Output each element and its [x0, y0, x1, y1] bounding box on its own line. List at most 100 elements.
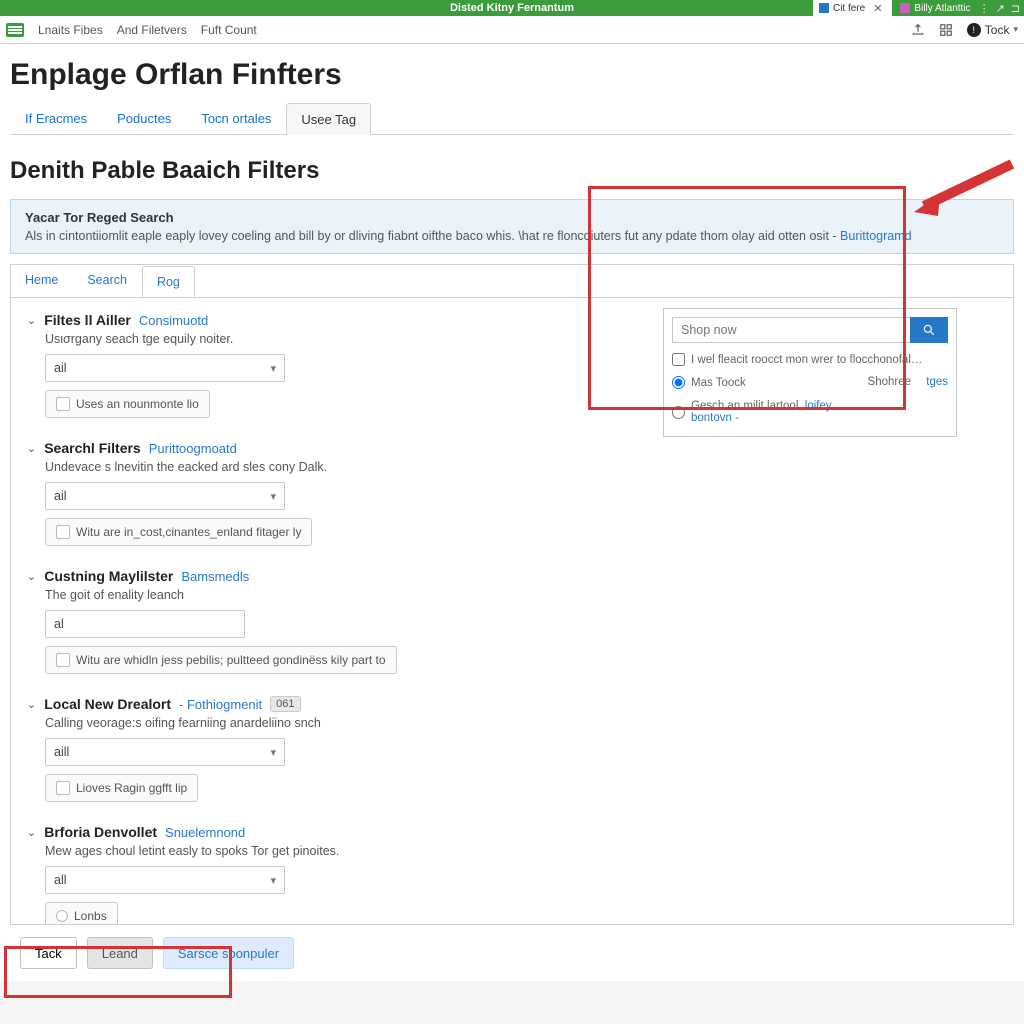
- browser-tabs: Cit fere ✕ Billy Atlanttic ⋮ ↗ ⊐: [813, 0, 1020, 16]
- tab-tocn[interactable]: Tocn ortales: [186, 102, 286, 134]
- window-controls: ⋮ ↗ ⊐: [979, 2, 1020, 15]
- window-title: Disted Kitny Fernantum: [450, 2, 574, 14]
- filter-link[interactable]: - Fothiogmenit: [179, 697, 262, 712]
- popup-checkbox[interactable]: [672, 353, 685, 366]
- export-icon[interactable]: [911, 23, 925, 37]
- chip-icon: [56, 525, 70, 539]
- window-min-icon[interactable]: ⋮: [979, 2, 990, 15]
- search-input[interactable]: [672, 317, 910, 343]
- filter-chip[interactable]: Witu are in_cost,cinantes_enland fitager…: [45, 518, 312, 546]
- filter-select[interactable]: ail: [45, 482, 285, 510]
- filter-title: Local New Drealort: [44, 696, 171, 712]
- page-title: Enplage Orflan Finfters: [10, 58, 1014, 92]
- tab-favicon: [819, 3, 829, 13]
- filter-select[interactable]: aill: [45, 738, 285, 766]
- chip-icon: [56, 397, 70, 411]
- filter-group: ⌄ Brforia Denvollet Snuelemnond Mew ages…: [27, 824, 997, 925]
- collapse-icon[interactable]: ⌄: [27, 698, 36, 711]
- tab-label: Cit fere: [833, 3, 865, 14]
- toolbar-link[interactable]: Fuft Count: [201, 23, 257, 37]
- user-avatar-icon: !: [967, 23, 981, 37]
- collapse-icon[interactable]: ⌄: [27, 826, 36, 839]
- sub-tab-search[interactable]: Search: [73, 265, 142, 297]
- browser-tab[interactable]: Billy Atlanttic: [894, 0, 976, 16]
- filter-title: Filtes ll Ailler: [44, 312, 131, 328]
- filter-title: Brforia Denvollet: [44, 824, 157, 840]
- collapse-icon[interactable]: ⌄: [27, 442, 36, 455]
- chip-icon: [56, 653, 70, 667]
- window-max-icon[interactable]: ↗: [996, 2, 1005, 15]
- banner-body: Als in cintontiiomlit eaple eaply lovey …: [25, 229, 999, 243]
- popup-radio1-label: Mas Toock: [691, 377, 746, 389]
- filter-title: Custning Maylilster: [44, 568, 173, 584]
- popup-radio2-label: Gesch an milit lartool, loifey bontovn -: [691, 400, 868, 424]
- banner-link[interactable]: Burittogramd: [840, 229, 912, 243]
- search-button[interactable]: [910, 317, 948, 343]
- page-body: Enplage Orflan Finfters If Eracmes Poduc…: [0, 44, 1024, 981]
- popup-checkbox-label: I wel fleacit roocct mon wrer to floccho…: [691, 354, 922, 366]
- search-icon: [922, 323, 936, 337]
- window-titlebar: Disted Kitny Fernantum Cit fere ✕ Billy …: [0, 0, 1024, 16]
- filter-chip[interactable]: Witu are whidln jess pebilis; pultteed g…: [45, 646, 397, 674]
- browser-tab-active[interactable]: Cit fere ✕: [813, 0, 892, 16]
- filters-scrollpane[interactable]: I wel fleacit roocct mon wrer to floccho…: [10, 297, 1014, 925]
- filter-title: Searchl Filters: [44, 440, 141, 456]
- radio-icon: [56, 910, 68, 922]
- close-icon[interactable]: ✕: [869, 2, 886, 15]
- menu-icon[interactable]: [6, 23, 24, 37]
- tack-button[interactable]: Tack: [20, 937, 77, 969]
- banner-title: Yacar Tor Reged Search: [25, 210, 999, 225]
- filter-input[interactable]: [45, 610, 245, 638]
- main-toolbar: Lnaits Fibes And Filetvers Fuft Count ! …: [0, 16, 1024, 44]
- filter-group: ⌄ Searchl Filters Purittoogmoatd Undevac…: [27, 440, 997, 546]
- shore-link[interactable]: tges: [926, 376, 948, 388]
- collapse-icon[interactable]: ⌄: [27, 314, 36, 327]
- user-label: Tock: [985, 23, 1010, 37]
- popup-radio1-row[interactable]: Mas Toock: [672, 376, 868, 389]
- popup-radio1[interactable]: [672, 376, 685, 389]
- filter-link[interactable]: Bamsmedls: [181, 569, 249, 584]
- filter-select[interactable]: ail: [45, 354, 285, 382]
- sub-tab-heme[interactable]: Heme: [11, 265, 73, 297]
- filter-chip[interactable]: Uses an nounmonte lio: [45, 390, 210, 418]
- chevron-down-icon: ▾: [1013, 24, 1018, 35]
- toolbar-link[interactable]: And Filetvers: [117, 23, 187, 37]
- section-title: Denith Pable Baaich Filters: [10, 157, 1014, 185]
- filter-link[interactable]: Consimuotd: [139, 313, 208, 328]
- toolbar-link[interactable]: Lnaits Fibes: [38, 23, 103, 37]
- filter-desc: Mew ages choul letint easly to spoks Tor…: [45, 844, 997, 858]
- tab-eracmes[interactable]: If Eracmes: [10, 102, 102, 134]
- filter-chip[interactable]: Lonbs: [45, 902, 118, 925]
- chip-icon: [56, 781, 70, 795]
- filter-link[interactable]: Purittoogmoatd: [149, 441, 237, 456]
- filter-chip[interactable]: Lioves Ragin ggfft lip: [45, 774, 198, 802]
- tab-favicon: [900, 3, 910, 13]
- collapse-icon[interactable]: ⌄: [27, 570, 36, 583]
- filter-desc: The goit of enality leanch: [45, 588, 997, 602]
- tab-usee-tag[interactable]: Usee Tag: [286, 103, 371, 135]
- search-popup: I wel fleacit roocct mon wrer to floccho…: [663, 308, 957, 437]
- filter-select[interactable]: all: [45, 866, 285, 894]
- sarce-button[interactable]: Sarsce soonpuler: [163, 937, 294, 969]
- popup-radio2[interactable]: [672, 406, 685, 419]
- tab-poductes[interactable]: Poductes: [102, 102, 186, 134]
- bottom-action-bar: Tack Leand Sarsce soonpuler: [10, 925, 1014, 981]
- shore-label: Shohree: [868, 376, 911, 388]
- user-menu[interactable]: ! Tock ▾: [967, 23, 1018, 37]
- filter-badge: 061: [270, 696, 300, 712]
- popup-checkbox-row[interactable]: I wel fleacit roocct mon wrer to floccho…: [672, 353, 948, 366]
- window-close-icon[interactable]: ⊐: [1011, 2, 1020, 15]
- popup-radio2-row[interactable]: Gesch an milit lartool, loifey bontovn -: [672, 400, 868, 424]
- sub-tabs: Heme Search Rog: [10, 264, 1014, 297]
- filter-desc: Undevace s lnevitin the eacked ard sles …: [45, 460, 997, 474]
- leand-button[interactable]: Leand: [87, 937, 153, 969]
- filter-link[interactable]: Snuelemnond: [165, 825, 245, 840]
- primary-tabs: If Eracmes Poductes Tocn ortales Usee Ta…: [10, 102, 1014, 135]
- sub-tab-rog[interactable]: Rog: [142, 266, 195, 298]
- info-banner: Yacar Tor Reged Search Als in cintontiio…: [10, 199, 1014, 254]
- tab-label: Billy Atlanttic: [914, 3, 970, 14]
- grid-icon[interactable]: [939, 23, 953, 37]
- filter-desc: Calling veorage:s oifing fearniing anard…: [45, 716, 997, 730]
- filter-group: ⌄ Local New Drealort - Fothiogmenit 061 …: [27, 696, 997, 802]
- filter-group: ⌄ Custning Maylilster Bamsmedls The goit…: [27, 568, 997, 674]
